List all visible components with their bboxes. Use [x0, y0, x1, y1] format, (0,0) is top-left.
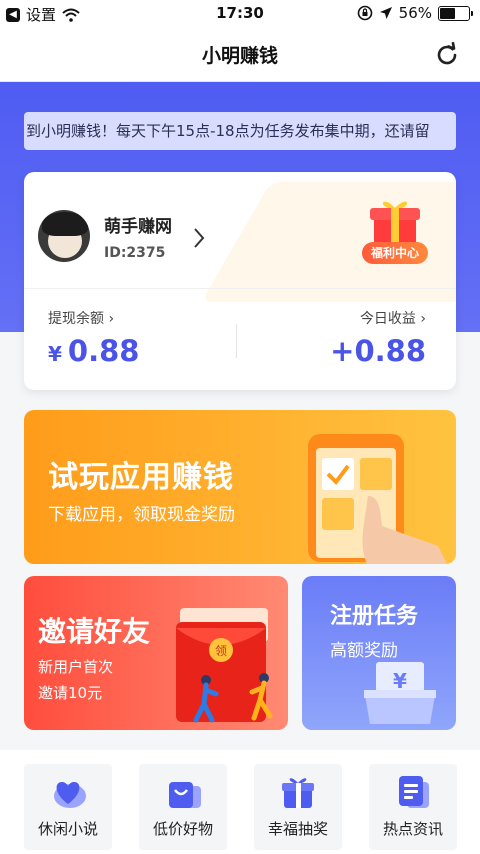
- document-icon: [399, 776, 429, 808]
- register-task-card[interactable]: 注册任务 高额奖励 ¥: [302, 576, 456, 730]
- grid-item-goods[interactable]: 低价好物: [139, 764, 227, 850]
- user-id: ID:2375: [104, 244, 166, 261]
- shopping-bag-icon: [169, 782, 201, 808]
- orientation-lock-icon: [357, 5, 372, 21]
- account-card: 萌手赚网 ID:2375 福利中心 提现余额 › ¥0.88 今日收益 › +0…: [24, 172, 456, 390]
- chevron-right-icon[interactable]: [192, 227, 206, 249]
- status-right: 56%: [357, 4, 473, 22]
- welfare-center-button[interactable]: 福利中心: [360, 194, 430, 264]
- today-value: +0.88: [330, 334, 426, 368]
- envelope-text: 领: [215, 644, 227, 658]
- withdraw-label: 提现余额 ›: [48, 311, 115, 327]
- grid-label: 热点资讯: [382, 820, 443, 838]
- grid-item-news[interactable]: 热点资讯: [369, 764, 457, 850]
- invite-title: 邀请好友: [38, 615, 151, 648]
- divider-vertical: [236, 324, 237, 358]
- notice-marquee: 到小明赚钱！每天下午15点-18点为任务发布集中期，还请留: [24, 112, 456, 150]
- welfare-center-label: 福利中心: [362, 242, 428, 264]
- withdraw-value: ¥0.88: [48, 334, 140, 368]
- invite-subtitle-2: 邀请10元: [38, 684, 103, 702]
- register-title: 注册任务: [330, 604, 419, 629]
- try-app-title: 试玩应用赚钱: [48, 460, 234, 495]
- try-app-subtitle: 下载应用，领取现金奖励: [48, 505, 235, 525]
- battery-percent: 56%: [398, 4, 432, 22]
- refresh-icon[interactable]: [434, 42, 460, 68]
- invite-subtitle-1: 新用户首次: [38, 658, 114, 676]
- user-info: 萌手赚网 ID:2375: [104, 212, 172, 261]
- location-arrow-icon: [379, 7, 392, 19]
- currency-symbol: ¥: [48, 342, 62, 366]
- yen-symbol: ¥: [393, 669, 407, 693]
- invite-friends-card[interactable]: 邀请好友 新用户首次 邀请10元 领: [24, 576, 288, 730]
- username: 萌手赚网: [104, 216, 172, 237]
- today-label: 今日收益 ›: [359, 311, 426, 327]
- avatar-hair: [42, 212, 88, 236]
- cash-box-illustration: ¥: [364, 662, 436, 724]
- status-bar: ◀ 设置 17:30 56%: [0, 0, 480, 28]
- user-profile[interactable]: 萌手赚网 ID:2375: [38, 210, 172, 262]
- divider: [24, 288, 456, 289]
- grid-label: 幸福抽奖: [267, 820, 328, 838]
- grid-item-novel[interactable]: 休闲小说: [24, 764, 112, 850]
- grid-label: 休闲小说: [37, 820, 98, 838]
- people-illustration: [193, 673, 273, 723]
- gift-box-icon: [282, 778, 314, 808]
- grid-label: 低价好物: [152, 820, 213, 838]
- phone-tap-illustration: [308, 434, 447, 564]
- page-title: 小明赚钱: [201, 45, 278, 67]
- withdraw-balance[interactable]: 提现余额 › ¥0.88: [48, 308, 139, 368]
- nav-bar: 小明赚钱: [0, 28, 480, 82]
- register-subtitle: 高额奖励: [330, 641, 398, 661]
- try-app-banner[interactable]: 试玩应用赚钱 下载应用，领取现金奖励: [24, 410, 456, 564]
- battery-icon: [438, 5, 473, 21]
- heart-book-icon: [54, 782, 86, 808]
- today-earnings[interactable]: 今日收益 › +0.88: [330, 308, 426, 368]
- avatar[interactable]: [38, 210, 90, 262]
- grid-item-lottery[interactable]: 幸福抽奖: [254, 764, 342, 850]
